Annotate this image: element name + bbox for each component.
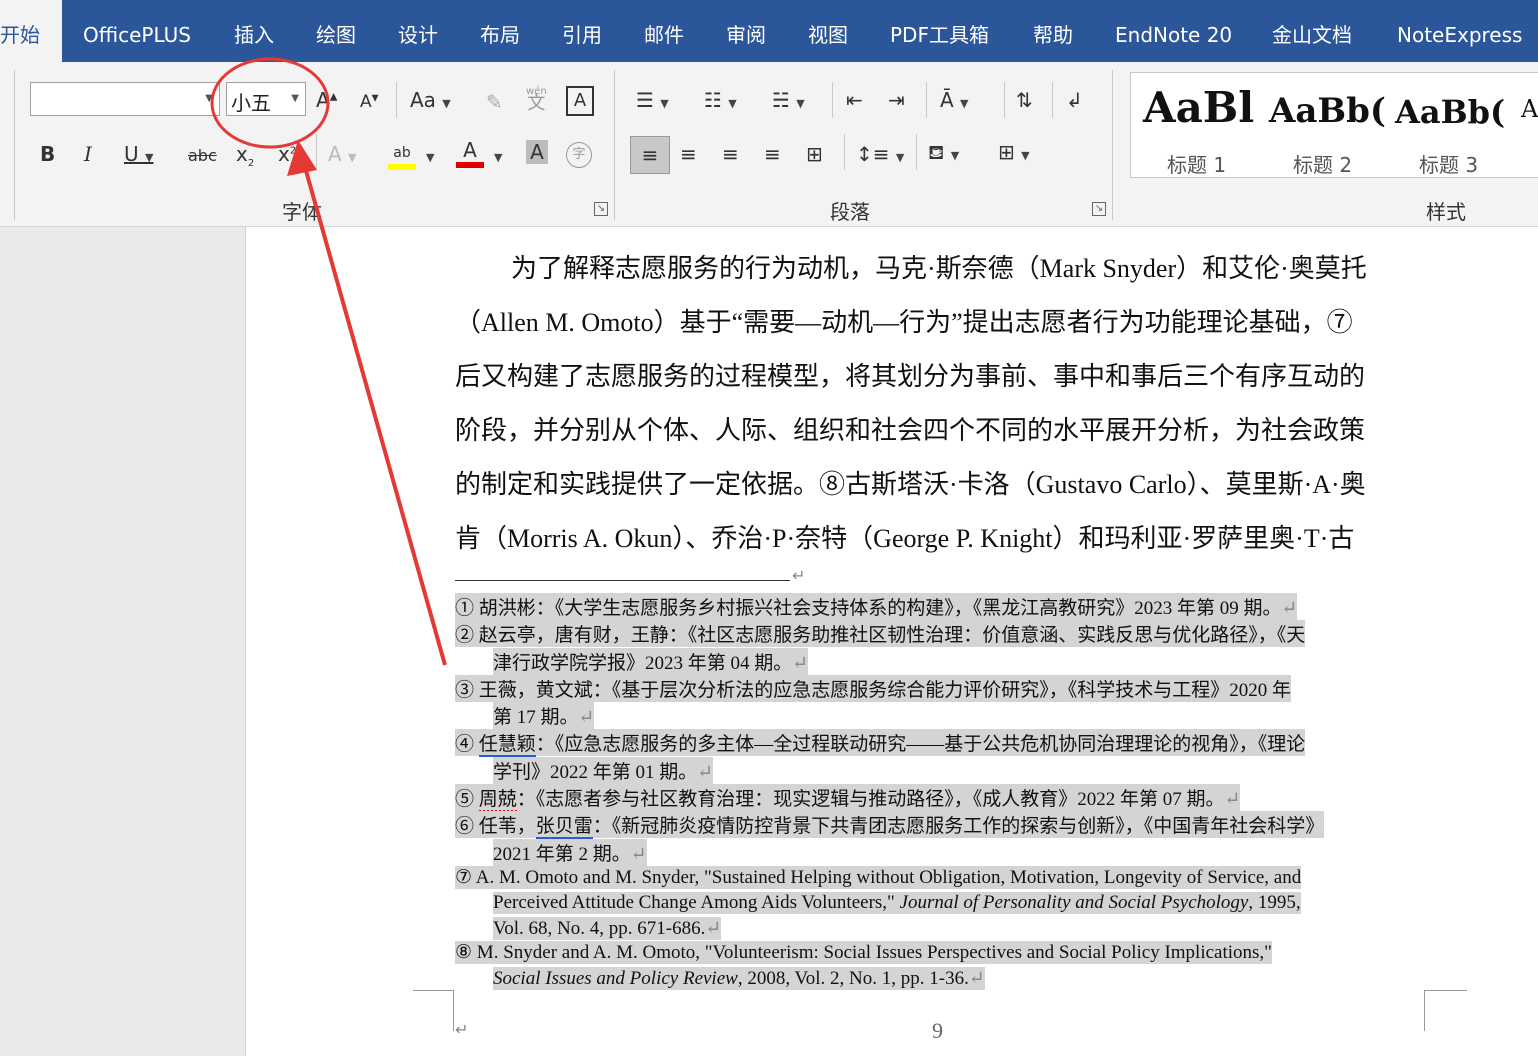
annotation-overlay	[210, 57, 447, 666]
annotation-circle	[210, 57, 330, 149]
annotation-arrow-line	[301, 159, 447, 666]
